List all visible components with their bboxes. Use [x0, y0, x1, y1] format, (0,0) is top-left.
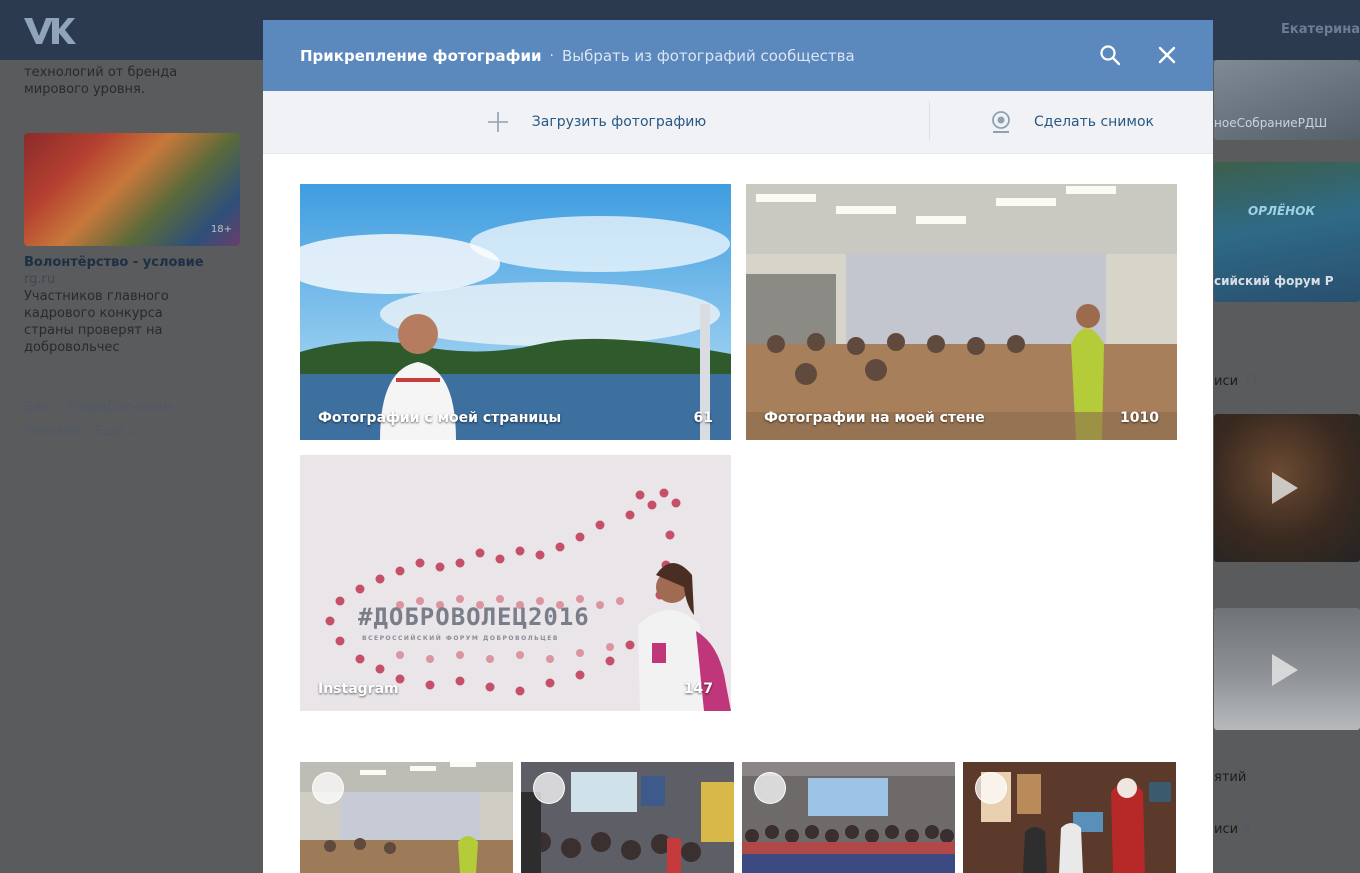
album-title: Фотографии на моей стене: [764, 410, 985, 426]
album-instagram[interactable]: #ДОБРОВОЛЕЦ2016 ВСЕРОССИЙСКИЙ ФОРУМ ДОБР…: [300, 455, 731, 711]
upload-photo-button[interactable]: Загрузить фотографию: [263, 91, 929, 153]
take-snapshot-button[interactable]: Сделать снимок: [929, 91, 1213, 153]
album-cover-lake: [300, 184, 731, 440]
select-circle[interactable]: [754, 772, 786, 804]
vk-logo-icon[interactable]: [22, 14, 76, 48]
album-count: 147: [683, 681, 713, 697]
footer-link-developers[interactable]: Разработчикам: [68, 400, 172, 415]
right-column: ноеСобраниеРДШ ОРЛЁНОК сийский форум Р и…: [1214, 60, 1360, 873]
album-count: 1010: [1120, 410, 1159, 426]
video-thumb-1[interactable]: [1214, 414, 1360, 562]
title-separator: ·: [549, 47, 554, 64]
webcam-icon: [992, 111, 1010, 133]
modal-toolbar: Загрузить фотографию Сделать снимок: [263, 91, 1213, 154]
photos-grid: [300, 762, 1176, 873]
upload-photo-label: Загрузить фотографию: [531, 114, 707, 130]
play-icon: [1272, 654, 1298, 686]
take-snapshot-label: Сделать снимок: [1034, 114, 1154, 130]
select-circle[interactable]: [312, 772, 344, 804]
photo-thumb-classroom[interactable]: [300, 762, 513, 873]
events-label[interactable]: ятий: [1214, 770, 1246, 785]
modal-header: Прикрепление фотографии · Выбрать из фот…: [263, 20, 1213, 91]
album-wall-photos[interactable]: Фотографии на моей стене 1010: [746, 184, 1177, 440]
rds-banner[interactable]: ноеСобраниеРДШ: [1214, 60, 1360, 140]
forum-banner[interactable]: ОРЛЁНОК сийский форум Р: [1214, 162, 1360, 302]
user-name[interactable]: Екатерина: [1281, 22, 1360, 37]
posts-count-2[interactable]: иси 5: [1214, 822, 1250, 837]
video-thumb-2[interactable]: [1214, 608, 1360, 730]
instagram-subtext: ВСЕРОССИЙСКИЙ ФОРУМ ДОБРОВОЛЬЦЕВ: [362, 635, 559, 642]
album-count: 61: [693, 410, 713, 426]
attach-photo-modal: Прикрепление фотографии · Выбрать из фот…: [263, 20, 1213, 873]
news-source[interactable]: rg.ru: [24, 271, 240, 288]
album-title: Instagram: [318, 681, 399, 697]
photo-thumb-auditorium[interactable]: [521, 762, 734, 873]
modal-subtitle-link[interactable]: Выбрать из фотографий сообщества: [562, 47, 855, 65]
toolbar-divider: [929, 101, 930, 141]
album-cover-volunteer-banner: [300, 455, 731, 711]
left-news-column: технологий от бренда мирового уровня. 18…: [24, 64, 240, 444]
album-title: Фотографии с моей страницы: [318, 410, 562, 426]
footer-link-blog[interactable]: Блог: [24, 400, 56, 415]
news-title[interactable]: Волонтёрство - условие: [24, 254, 240, 271]
footer-links: Блог Разработчикам Реклама Ещё ⌄: [24, 396, 240, 444]
news-text: Участников главного кадрового конкурса с…: [24, 289, 169, 355]
album-my-page-photos[interactable]: Фотографии с моей страницы 61: [300, 184, 731, 440]
instagram-hashtag: #ДОБРОВОЛЕЦ2016: [358, 603, 590, 631]
select-circle[interactable]: [975, 772, 1007, 804]
footer-link-ads[interactable]: Реклама: [24, 424, 82, 439]
modal-title: Прикрепление фотографии: [300, 46, 542, 65]
photo-thumb-new-year-party[interactable]: [963, 762, 1176, 873]
age-badge: 18+: [210, 224, 232, 235]
close-icon[interactable]: [1156, 44, 1178, 66]
play-icon: [1272, 472, 1298, 504]
search-icon[interactable]: [1099, 44, 1121, 66]
posts-count-1[interactable]: иси 77: [1214, 374, 1259, 389]
photo-thumb-crowd-hall[interactable]: [742, 762, 955, 873]
select-circle[interactable]: [533, 772, 565, 804]
album-cover-classroom: [746, 184, 1177, 440]
ad-text: технологий от бренда мирового уровня.: [24, 65, 178, 97]
news-thumbnail[interactable]: 18+: [24, 133, 240, 246]
footer-link-more[interactable]: Ещё ⌄: [94, 424, 137, 439]
plus-icon: [487, 112, 508, 132]
